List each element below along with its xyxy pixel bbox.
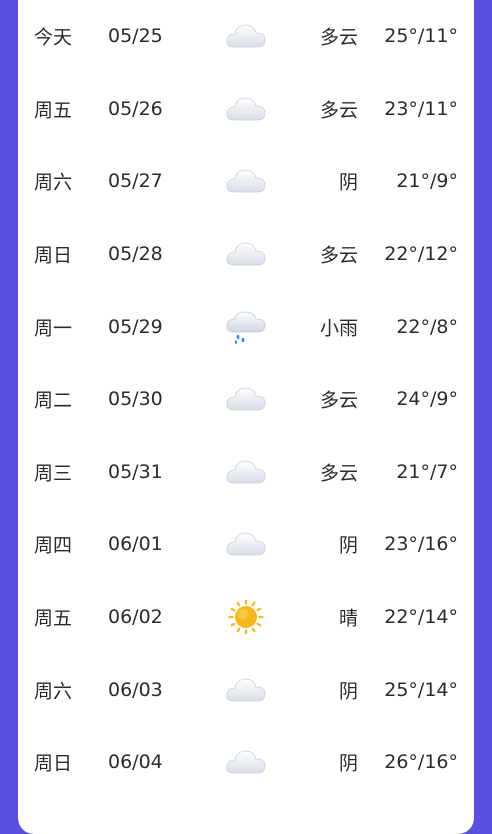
forecast-day: 周五 — [34, 607, 73, 630]
forecast-day: 周二 — [34, 389, 73, 412]
sun-icon — [224, 600, 268, 635]
forecast-date: 05/25 — [108, 25, 163, 48]
forecast-temperature: 25°/11° — [384, 25, 458, 48]
forecast-condition: 阴 — [338, 752, 358, 775]
forecast-day: 周三 — [34, 462, 73, 485]
forecast-row[interactable]: 周六 05/27 阴 21°/9° — [18, 145, 474, 218]
cloud-icon — [224, 527, 268, 561]
forecast-row[interactable]: 周四 06/01 阴 23°/16° — [18, 508, 474, 581]
forecast-row[interactable]: 周日 05/28 多云 22°/12° — [18, 218, 474, 291]
forecast-date: 05/31 — [108, 460, 163, 483]
forecast-condition: 阴 — [338, 534, 358, 557]
cloud-icon — [224, 164, 268, 198]
forecast-condition: 晴 — [338, 607, 358, 630]
forecast-condition: 多云 — [319, 462, 358, 485]
light-rain-icon — [224, 310, 268, 344]
forecast-condition: 多云 — [319, 26, 358, 49]
cloud-icon — [224, 745, 268, 779]
forecast-row[interactable]: 周日 06/04 阴 26°/16° — [18, 726, 474, 799]
forecast-condition: 小雨 — [319, 317, 358, 340]
forecast-date: 06/01 — [108, 533, 163, 556]
forecast-row[interactable]: 周一 05/29 小雨 22°/8° — [18, 290, 474, 363]
cloud-icon — [224, 455, 268, 489]
forecast-temperature: 22°/12° — [384, 243, 458, 266]
forecast-day: 今天 — [34, 26, 73, 49]
forecast-condition: 阴 — [338, 171, 358, 194]
forecast-condition: 阴 — [338, 680, 358, 703]
forecast-date: 06/04 — [108, 751, 163, 774]
forecast-condition: 多云 — [319, 99, 358, 122]
forecast-condition: 多云 — [319, 389, 358, 412]
forecast-date: 05/29 — [108, 315, 163, 338]
forecast-day: 周六 — [34, 171, 73, 194]
forecast-day: 周日 — [34, 752, 73, 775]
forecast-temperature: 22°/8° — [396, 315, 458, 338]
forecast-row[interactable]: 周二 05/30 多云 24°/9° — [18, 363, 474, 436]
cloud-icon — [224, 382, 268, 416]
forecast-date: 05/27 — [108, 170, 163, 193]
forecast-date: 06/03 — [108, 678, 163, 701]
forecast-date: 06/02 — [108, 606, 163, 629]
forecast-day: 周五 — [34, 99, 73, 122]
forecast-date: 05/28 — [108, 243, 163, 266]
cloud-icon — [224, 19, 268, 53]
forecast-temperature: 26°/16° — [384, 751, 458, 774]
forecast-day: 周日 — [34, 244, 73, 267]
forecast-day: 周一 — [34, 317, 73, 340]
forecast-temperature: 23°/11° — [384, 97, 458, 120]
forecast-temperature: 21°/9° — [396, 170, 458, 193]
cloud-icon — [224, 673, 268, 707]
forecast-day: 周四 — [34, 534, 73, 557]
forecast-row[interactable]: 周三 05/31 多云 21°/7° — [18, 436, 474, 509]
cloud-icon — [224, 92, 268, 126]
forecast-card: 今天 05/25 多云 25°/11° 周五 05/26 多云 23°/11° … — [18, 0, 474, 834]
forecast-date: 05/26 — [108, 97, 163, 120]
forecast-row[interactable]: 今天 05/25 多云 25°/11° — [18, 0, 474, 73]
forecast-condition: 多云 — [319, 244, 358, 267]
forecast-row[interactable]: 周五 06/02 晴 22°/14° — [18, 581, 474, 654]
forecast-row[interactable]: 周五 05/26 多云 23°/11° — [18, 73, 474, 146]
forecast-date: 05/30 — [108, 388, 163, 411]
forecast-row[interactable]: 周六 06/03 阴 25°/14° — [18, 653, 474, 726]
forecast-day: 周六 — [34, 680, 73, 703]
forecast-temperature: 24°/9° — [396, 388, 458, 411]
cloud-icon — [224, 237, 268, 271]
forecast-temperature: 25°/14° — [384, 678, 458, 701]
forecast-temperature: 23°/16° — [384, 533, 458, 556]
forecast-list: 今天 05/25 多云 25°/11° 周五 05/26 多云 23°/11° … — [18, 0, 474, 799]
forecast-temperature: 22°/14° — [384, 606, 458, 629]
forecast-temperature: 21°/7° — [396, 460, 458, 483]
